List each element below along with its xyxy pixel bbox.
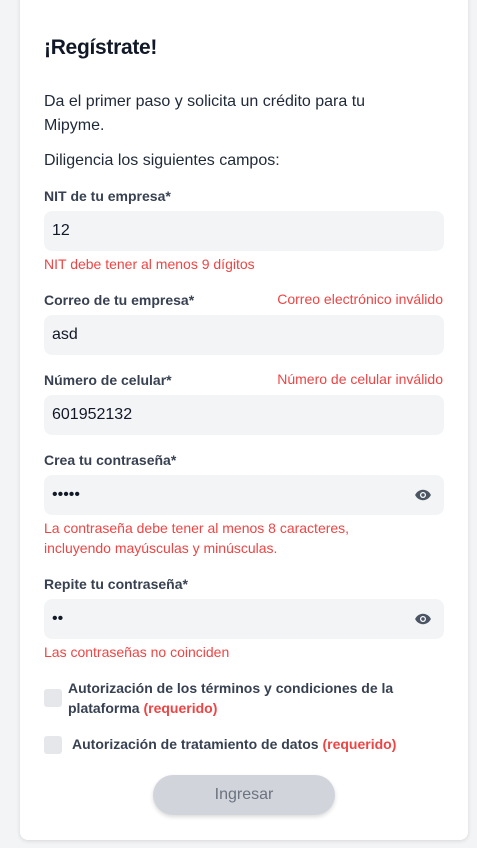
- email-label: Correo de tu empresa*: [44, 292, 195, 308]
- password-error: La contraseña debe tener al menos 8 cara…: [44, 520, 350, 556]
- password-value: •••••: [52, 486, 81, 503]
- register-card: ¡Regístrate! Da el primer paso y solicit…: [20, 0, 468, 840]
- terms-label: Autorización de los términos y condicion…: [68, 678, 418, 718]
- confirm-password-value: ••: [52, 610, 64, 627]
- password-label: Crea tu contraseña*: [44, 452, 177, 468]
- nit-label: NIT de tu empresa*: [44, 188, 171, 204]
- data-policy-label: Autorización de tratamiento de datos (re…: [72, 734, 432, 754]
- data-policy-required: (requerido): [322, 736, 397, 752]
- terms-text: Autorización de los términos y condicion…: [68, 680, 394, 716]
- phone-label: Número de celular*: [44, 372, 172, 388]
- email-error: Correo electrónico inválido: [277, 291, 443, 307]
- phone-error: Número de celular inválido: [277, 371, 443, 387]
- eye-icon[interactable]: [414, 610, 432, 628]
- nit-error: NIT debe tener al menos 9 dígitos: [44, 256, 255, 272]
- terms-checkbox[interactable]: [44, 689, 62, 707]
- confirm-password-input[interactable]: ••: [44, 599, 444, 639]
- email-input[interactable]: asd: [44, 315, 444, 355]
- nit-input[interactable]: 12: [44, 211, 444, 251]
- data-policy-text: Autorización de tratamiento de datos: [72, 736, 319, 752]
- submit-button[interactable]: Ingresar: [153, 775, 335, 815]
- confirm-password-label: Repite tu contraseña*: [44, 576, 188, 592]
- eye-icon[interactable]: [414, 486, 432, 504]
- confirm-password-error: Las contraseñas no coinciden: [44, 644, 230, 660]
- phone-input[interactable]: 601952132: [44, 395, 444, 435]
- instruction-text: Diligencia los siguientes campos:: [44, 152, 280, 169]
- password-input[interactable]: •••••: [44, 475, 444, 515]
- page-title: ¡Regístrate!: [44, 36, 158, 59]
- intro-text: Da el primer paso y solicita un crédito …: [44, 93, 366, 134]
- terms-required: (requerido): [143, 700, 218, 716]
- data-policy-checkbox[interactable]: [44, 736, 62, 754]
